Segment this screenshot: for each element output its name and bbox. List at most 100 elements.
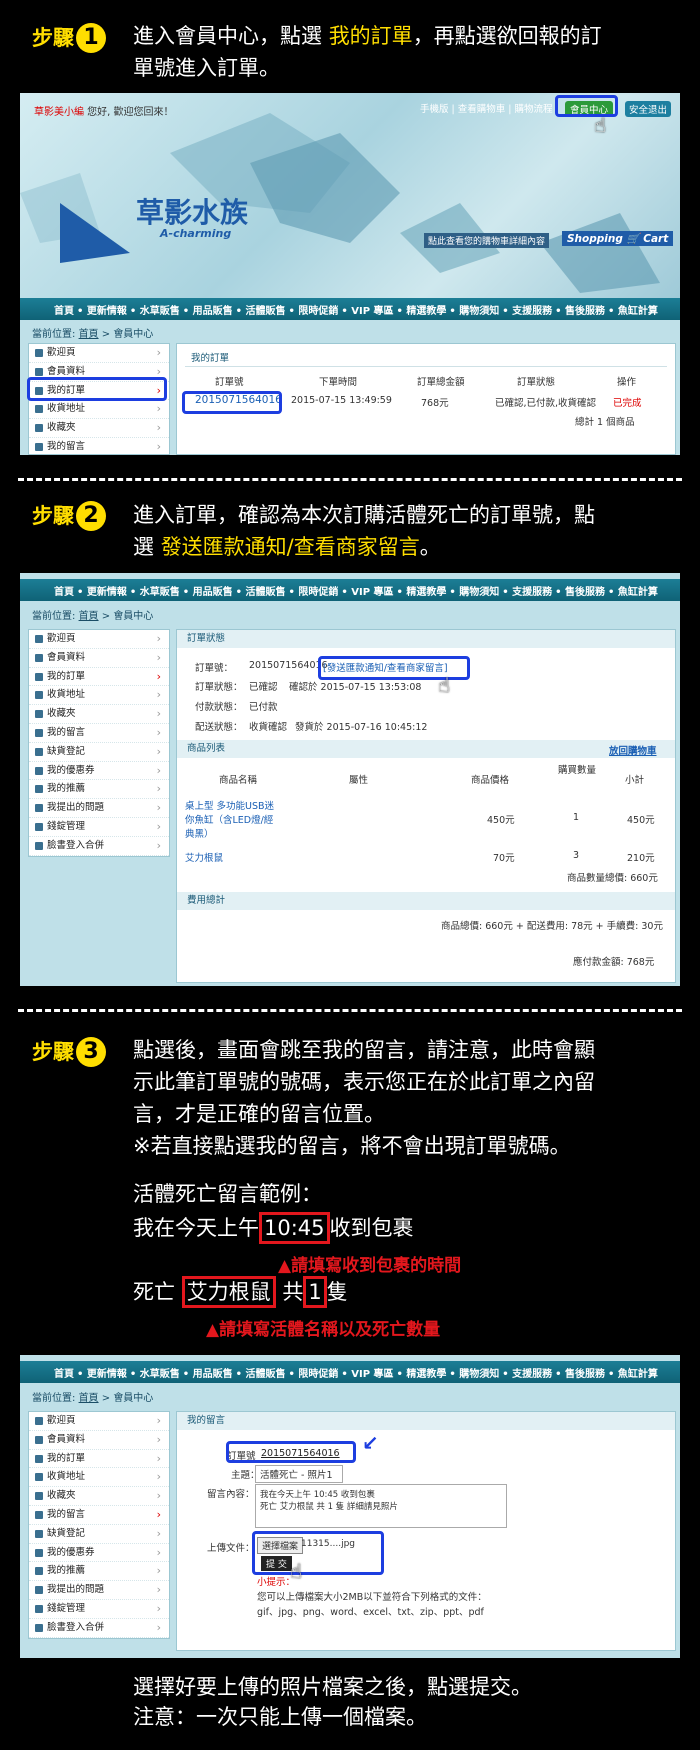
sidebar-item-coupons[interactable]: 我的優惠券 — [29, 762, 169, 781]
sidebar-item-wallet[interactable]: 錢錠管理 — [29, 1600, 169, 1619]
nav-item[interactable]: • 更新情報 — [77, 583, 127, 598]
sidebar-item-favorites[interactable]: 收藏夾 — [29, 705, 169, 724]
sidebar-item-stock-register[interactable]: 缺貨登記 — [29, 743, 169, 762]
header-attribute: 屬性 — [349, 775, 369, 786]
product-name-line[interactable]: 典黑） — [185, 826, 214, 840]
product-name-line[interactable]: 你魚缸（含LED燈/經 — [185, 812, 273, 826]
sidebar-item-messages[interactable]: 我的留言 — [29, 724, 169, 743]
content-textarea[interactable]: 我在今天上午 10:45 收到包裹 死亡 艾力根鼠 共 1 隻 詳細請見照片 — [255, 1484, 507, 1528]
nav-item[interactable]: 首頁 — [54, 583, 74, 598]
nav-item[interactable]: • 購物須知 — [449, 302, 499, 317]
label-ship-status: 配送狀態： — [195, 722, 243, 733]
nav-item[interactable]: • 水草販售 — [130, 583, 180, 598]
nav-item[interactable]: • 水草販售 — [130, 302, 180, 317]
breadcrumb-home[interactable]: 首頁 — [79, 611, 99, 622]
nav-item[interactable]: • 售後服務 — [555, 302, 605, 317]
order-detail-panel: 訂單狀態 訂單號： 2015071564016 [發送匯款通知/查看商家留言] … — [176, 629, 676, 983]
logout-button[interactable]: 安全退出 — [625, 101, 672, 117]
product-name-line[interactable]: 桌上型 多功能USB迷 — [185, 798, 274, 812]
nav-item[interactable]: • 更新情報 — [77, 302, 127, 317]
header-order-amount: 訂單總金額 — [417, 377, 465, 388]
sidebar-item-questions[interactable]: 我提出的問題 — [29, 799, 169, 818]
greeting: 草影美小編 您好, 歡迎您回來！ — [34, 107, 174, 118]
sidebar-item-messages[interactable]: 我的留言 — [29, 1506, 169, 1525]
nav-item[interactable]: 首頁 — [54, 1365, 74, 1380]
sidebar-item-favorites[interactable]: 收藏夾 — [29, 1487, 169, 1506]
products-title: 商品列表 — [177, 740, 675, 758]
header-subtotal: 小計 — [625, 775, 645, 786]
nav-item[interactable]: • 售後服務 — [555, 583, 605, 598]
mobile-link[interactable]: 手機版 — [420, 104, 449, 115]
sidebar-item-referrals[interactable]: 我的推薦 — [29, 1562, 169, 1582]
sidebar-item-questions[interactable]: 我提出的問題 — [29, 1581, 169, 1600]
nav-item[interactable]: • 精選教學 — [397, 1365, 447, 1380]
nav-item[interactable]: • 支援服務 — [502, 1365, 552, 1380]
nav-item[interactable]: • VIP 專區 — [341, 302, 393, 317]
sidebar-item-referrals[interactable]: 我的推薦 — [29, 780, 169, 800]
orders-total: 總計 1 個商品 — [575, 417, 635, 428]
sidebar-item-welcome[interactable]: 歡迎頁 — [29, 344, 169, 363]
breadcrumb-home[interactable]: 首頁 — [79, 329, 99, 340]
nav-item[interactable]: • 限時促銷 — [289, 302, 339, 317]
nav-item[interactable]: • 支援服務 — [502, 583, 552, 598]
header-order-time: 下單時間 — [319, 377, 358, 388]
sidebar-item-facebook[interactable]: 臉書登入合併 — [29, 1619, 169, 1638]
sidebar-item-address[interactable]: 收貨地址 — [29, 686, 169, 706]
view-cart-link[interactable]: 查看購物車 — [458, 104, 506, 115]
breadcrumb-home[interactable]: 首頁 — [79, 1393, 99, 1404]
step-number-badge: 3 — [76, 1037, 106, 1067]
breadcrumb: 當前位置: 首頁 > 會員中心 — [32, 329, 154, 340]
nav-item[interactable]: • 水草販售 — [130, 1365, 180, 1380]
sidebar-item-messages[interactable]: 我的留言 — [29, 438, 169, 455]
sidebar-item-favorites[interactable]: 收藏夾 — [29, 419, 169, 438]
product-name-line[interactable]: 艾力根鼠 — [185, 850, 223, 864]
sidebar-item-welcome[interactable]: 歡迎頁 — [29, 1412, 169, 1431]
step2-heading: 步驟 2 — [32, 500, 106, 532]
sidebar-item-orders[interactable]: 我的訂單 — [29, 1450, 169, 1469]
nav-item[interactable]: • 限時促銷 — [289, 583, 339, 598]
subject-input[interactable]: 活體死亡 - 照片1 — [255, 1465, 343, 1483]
nav-item[interactable]: • 魚缸計算 — [608, 583, 658, 598]
nav-item[interactable]: • 精選教學 — [397, 302, 447, 317]
nav-item[interactable]: • 活體販售 — [236, 1365, 286, 1380]
step-label: 步驟 — [32, 26, 74, 50]
nav-item[interactable]: 首頁 — [54, 302, 74, 317]
nav-item[interactable]: • 活體販售 — [236, 583, 286, 598]
nav-item[interactable]: • 魚缸計算 — [608, 1365, 658, 1380]
nav-item[interactable]: • 用品販售 — [183, 583, 233, 598]
nav-item[interactable]: • VIP 專區 — [341, 1365, 393, 1380]
nav-item[interactable]: • 購物須知 — [449, 583, 499, 598]
nav-item[interactable]: • 更新情報 — [77, 1365, 127, 1380]
fee-breakdown: 商品總價: 660元 + 配送費用: 78元 + 手續費: 30元 — [441, 921, 663, 932]
order-status-value: 已確認 — [249, 682, 278, 693]
nav-item[interactable]: • 活體販售 — [236, 302, 286, 317]
nav-item[interactable]: • 支援服務 — [502, 302, 552, 317]
shopping-flow-link[interactable]: 購物流程 — [515, 104, 553, 115]
shopping-cart-button[interactable]: Shopping 🛒 Cart — [562, 231, 674, 246]
nav-item[interactable]: • 精選教學 — [397, 583, 447, 598]
sidebar-item-wallet[interactable]: 錢錠管理 — [29, 818, 169, 837]
sidebar-item-profile[interactable]: 會員資料 — [29, 649, 169, 668]
nav-item[interactable]: • 售後服務 — [555, 1365, 605, 1380]
highlight-member-center — [555, 95, 618, 117]
sidebar-item-address[interactable]: 收貨地址 — [29, 400, 169, 420]
sidebar-item-welcome[interactable]: 歡迎頁 — [29, 630, 169, 649]
step-number-badge: 2 — [76, 501, 106, 531]
orders-title: 我的訂單 — [191, 353, 230, 364]
sidebar-item-stock-register[interactable]: 缺貨登記 — [29, 1525, 169, 1544]
back-to-cart-link[interactable]: 放回購物車 — [609, 743, 657, 757]
nav-item[interactable]: • 用品販售 — [183, 1365, 233, 1380]
nav-item[interactable]: • 限時促銷 — [289, 1365, 339, 1380]
sidebar-item-facebook[interactable]: 臉書登入合併 — [29, 837, 169, 856]
sidebar-item-profile[interactable]: 會員資料 — [29, 1431, 169, 1450]
nav-item[interactable]: • 用品販售 — [183, 302, 233, 317]
nav-item[interactable]: • 魚缸計算 — [608, 302, 658, 317]
nav-item[interactable]: • VIP 專區 — [341, 583, 393, 598]
sidebar-item-coupons[interactable]: 我的優惠券 — [29, 1544, 169, 1563]
sidebar-item-address[interactable]: 收貨地址 — [29, 1468, 169, 1488]
example-line-2: 死亡 艾力根鼠 共1隻 — [133, 1276, 348, 1308]
nav-item[interactable]: • 購物須知 — [449, 1365, 499, 1380]
note-time: ▲請填寫收到包裹的時間 — [278, 1256, 462, 1276]
sidebar-item-orders[interactable]: 我的訂單 — [29, 668, 169, 687]
product-qty: 3 — [573, 850, 580, 861]
